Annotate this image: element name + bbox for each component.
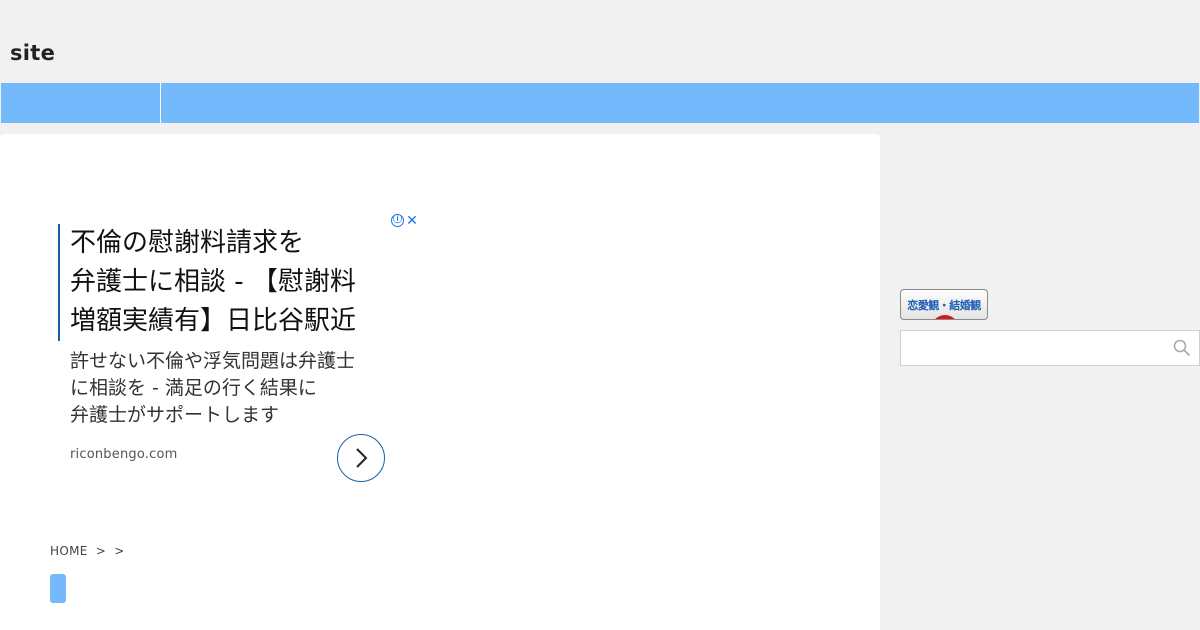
ad-headline-line[interactable]: 弁護士に相談 - 【慰謝料: [70, 263, 415, 302]
category-tag[interactable]: [50, 574, 66, 603]
ad-description: 許せない不倫や浮気問題は弁護士 に相談を - 満足の行く結果に 弁護士がサポート…: [70, 348, 390, 429]
ad-unit[interactable]: ⓘ ✕ 不倫の慰謝料請求を 弁護士に相談 - 【慰謝料 増額実績有】日比谷駅近 …: [50, 211, 420, 491]
search-form: [900, 330, 1200, 366]
breadcrumb-separator: >: [114, 544, 125, 558]
ad-description-line: 許せない不倫や浮気問題は弁護士: [70, 350, 356, 372]
search-icon: [1173, 339, 1191, 357]
banner-graphic: [931, 315, 959, 319]
banner-text: 恋愛観・結婚観: [907, 299, 981, 312]
ad-headline-line[interactable]: 不倫の慰謝料請求を: [70, 224, 415, 263]
breadcrumb: HOME > >: [50, 544, 129, 558]
ad-description-line: に相談を - 満足の行く結果に: [70, 377, 317, 399]
breadcrumb-home[interactable]: HOME: [50, 544, 88, 558]
ad-headline[interactable]: 不倫の慰謝料請求を 弁護士に相談 - 【慰謝料 増額実績有】日比谷駅近: [58, 224, 415, 341]
ad-cta-button[interactable]: [337, 434, 385, 482]
chevron-right-icon: [356, 448, 368, 468]
global-nav: [1, 83, 1199, 123]
ad-domain[interactable]: riconbengo.com: [70, 447, 177, 462]
ad-headline-line[interactable]: 増額実績有】日比谷駅近: [70, 302, 415, 341]
search-input[interactable]: [901, 331, 1161, 365]
search-button[interactable]: [1173, 339, 1191, 357]
nav-item[interactable]: [1, 83, 161, 123]
site-title[interactable]: site: [10, 41, 55, 65]
sidebar-banner[interactable]: 恋愛観・結婚観: [900, 289, 988, 320]
main-content: ⓘ ✕ 不倫の慰謝料請求を 弁護士に相談 - 【慰謝料 増額実績有】日比谷駅近 …: [0, 134, 880, 630]
ad-description-line: 弁護士がサポートします: [70, 404, 280, 426]
breadcrumb-separator: >: [95, 544, 107, 558]
